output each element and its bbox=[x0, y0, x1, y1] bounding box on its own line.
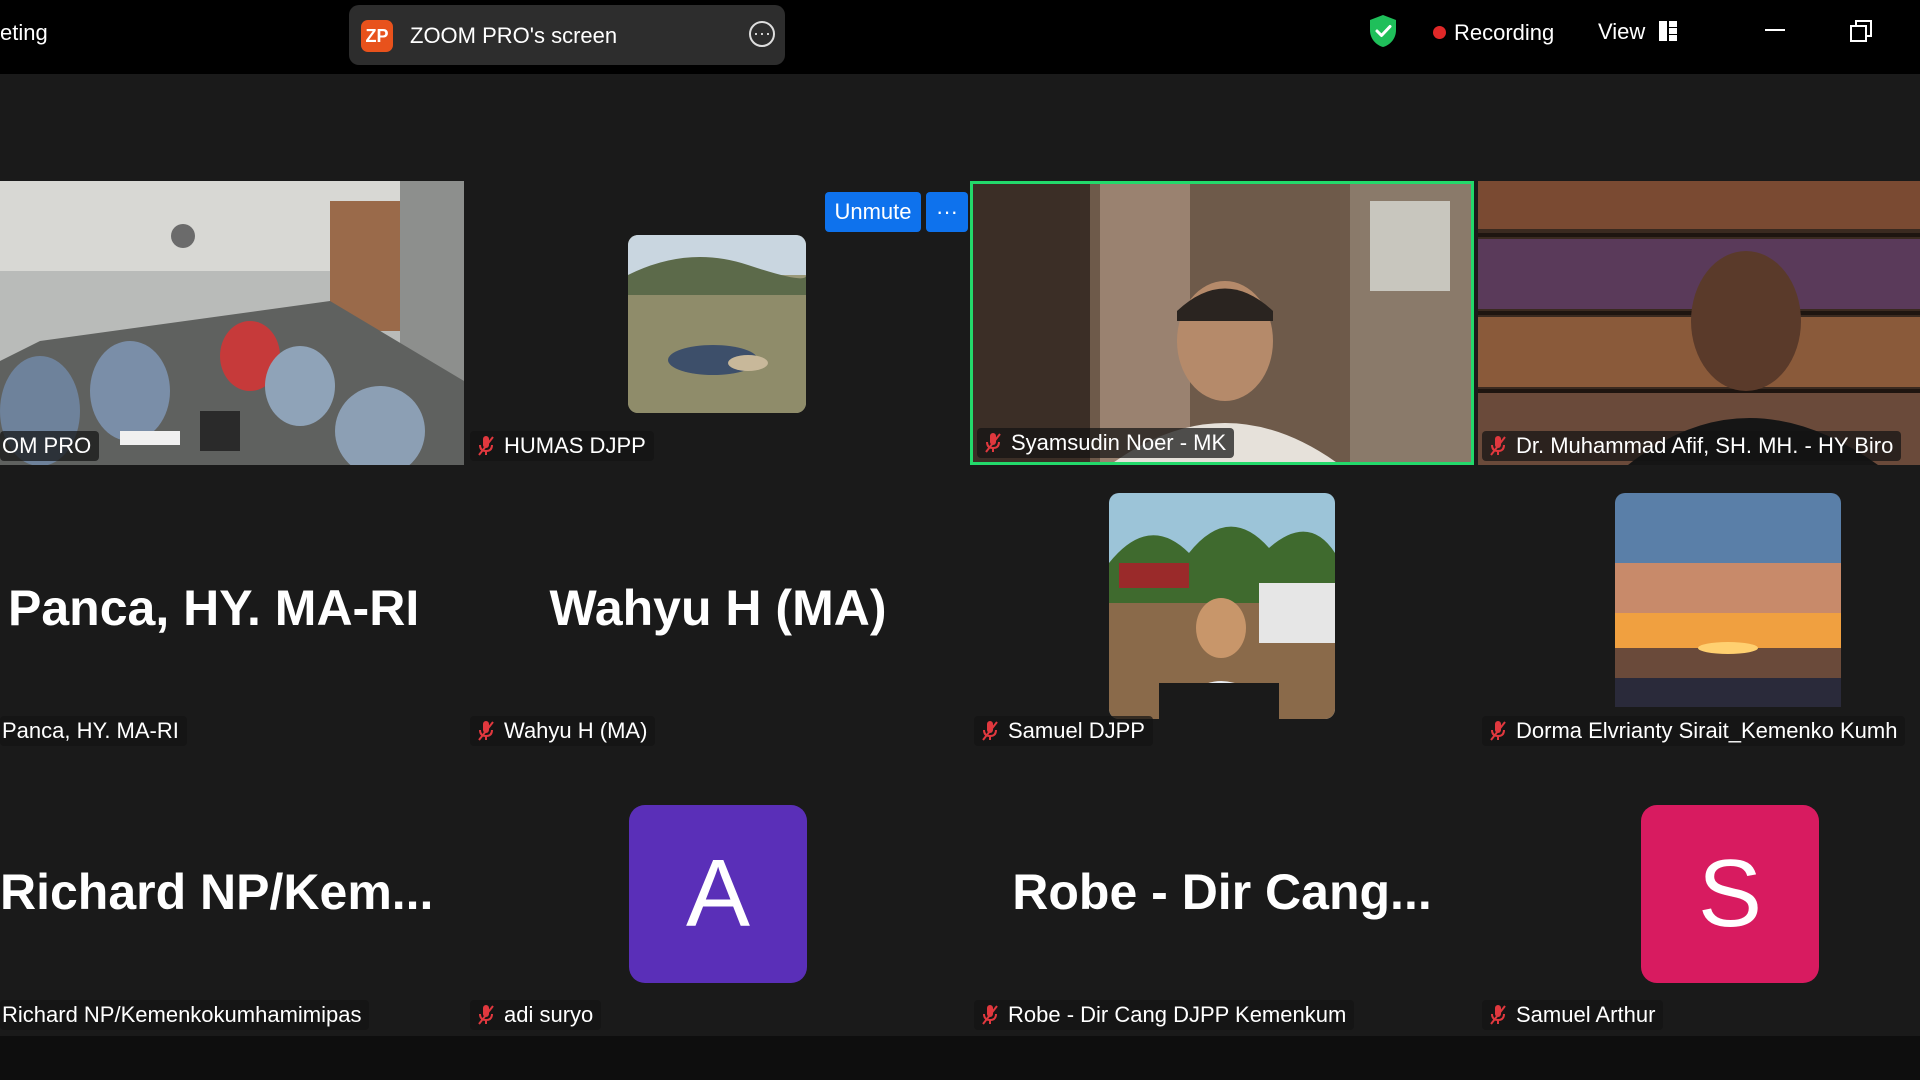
participant-name: Richard NP/Kemenkokumhamimipas bbox=[2, 1002, 362, 1027]
participant-initial-avatar: S bbox=[1641, 805, 1819, 983]
screen-share-indicator[interactable]: ZP ZOOM PRO's screen ⋯ bbox=[349, 5, 785, 65]
participant-name-tag: Panca, HY. MA-RI bbox=[0, 716, 187, 746]
participant-name-tag: Dorma Elvrianty Sirait_Kemenko Kumh bbox=[1482, 716, 1906, 746]
muted-mic-icon bbox=[982, 721, 998, 741]
participant-tile[interactable]: A adi suryo bbox=[466, 750, 970, 1034]
unmute-button[interactable]: Unmute bbox=[825, 192, 921, 232]
participant-name-tag: Dr. Muhammad Afif, SH. MH. - HY Biro bbox=[1482, 431, 1902, 461]
muted-mic-icon bbox=[1490, 436, 1506, 456]
participant-name: Syamsudin Noer - MK bbox=[1011, 430, 1227, 455]
participant-name: Wahyu H (MA) bbox=[504, 718, 648, 743]
participant-name: Samuel Arthur bbox=[1516, 1002, 1656, 1027]
minimize-window-icon[interactable] bbox=[1765, 29, 1785, 31]
participant-tile[interactable]: Dr. Muhammad Afif, SH. MH. - HY Biro bbox=[1478, 181, 1920, 465]
participant-avatar-photo bbox=[1615, 493, 1841, 707]
muted-mic-icon bbox=[1490, 721, 1506, 741]
participant-name: Dorma Elvrianty Sirait_Kemenko Kumh bbox=[1516, 718, 1898, 743]
participant-tile[interactable]: Wahyu H (MA) Wahyu H (MA) bbox=[466, 466, 970, 750]
screen-share-label: ZOOM PRO's screen bbox=[410, 23, 618, 48]
participant-name-tag: HUMAS DJPP bbox=[470, 431, 654, 461]
muted-mic-icon bbox=[478, 436, 494, 456]
bottom-toolbar-area bbox=[0, 1036, 1920, 1080]
muted-mic-icon bbox=[478, 1005, 494, 1025]
participant-avatar-photo bbox=[1109, 493, 1335, 719]
more-options-button[interactable]: ··· bbox=[926, 192, 968, 232]
participant-video bbox=[1478, 181, 1920, 465]
participant-tile[interactable]: Panca, HY. MA-RI Panca, HY. MA-RI bbox=[0, 466, 464, 750]
conference-room-video bbox=[0, 181, 464, 465]
participant-avatar-photo bbox=[628, 235, 806, 413]
gallery-view-icon[interactable] bbox=[1659, 21, 1677, 41]
meeting-top-bar: eting ZP ZOOM PRO's screen ⋯ Recording V… bbox=[0, 0, 1920, 74]
participant-tile-active-speaker[interactable]: Syamsudin Noer - MK bbox=[970, 181, 1474, 465]
participant-name-tag: Wahyu H (MA) bbox=[470, 716, 656, 746]
participant-name-tag: Richard NP/Kemenkokumhamimipas bbox=[0, 1000, 370, 1030]
participant-tile[interactable]: Dorma Elvrianty Sirait_Kemenko Kumh bbox=[1478, 466, 1920, 750]
participant-tile[interactable]: OM PRO bbox=[0, 181, 464, 465]
sharer-avatar: ZP bbox=[361, 20, 393, 52]
participant-name-tag: Samuel Arthur bbox=[1482, 1000, 1664, 1030]
participant-name-tag: Robe - Dir Cang DJPP Kemenkum bbox=[974, 1000, 1355, 1030]
participant-video bbox=[973, 184, 1471, 462]
participant-name: Robe - Dir Cang DJPP Kemenkum bbox=[1008, 1002, 1347, 1027]
muted-mic-icon bbox=[982, 1005, 998, 1025]
participant-display-name: Panca, HY. MA-RI bbox=[8, 580, 420, 636]
participant-initial-avatar: A bbox=[629, 805, 807, 983]
muted-mic-icon bbox=[478, 721, 494, 741]
recording-label[interactable]: Recording bbox=[1454, 20, 1554, 46]
participant-name: Panca, HY. MA-RI bbox=[2, 718, 179, 743]
participant-name: Dr. Muhammad Afif, SH. MH. - HY Biro bbox=[1516, 433, 1894, 458]
participant-name: HUMAS DJPP bbox=[504, 433, 646, 458]
participant-display-name: Richard NP/Kem... bbox=[0, 864, 434, 920]
encryption-shield-icon[interactable] bbox=[1368, 14, 1398, 48]
participant-name: OM PRO bbox=[2, 433, 92, 458]
participant-tile[interactable]: S Samuel Arthur bbox=[1478, 750, 1920, 1034]
view-menu-button[interactable]: View bbox=[1598, 19, 1645, 45]
meeting-title: eting bbox=[0, 20, 48, 45]
participant-tile[interactable]: Samuel DJPP bbox=[970, 466, 1474, 750]
restore-window-icon[interactable] bbox=[1850, 20, 1872, 42]
share-options-icon[interactable]: ⋯ bbox=[749, 21, 775, 47]
participant-name: Samuel DJPP bbox=[1008, 718, 1145, 743]
participant-name-tag: Syamsudin Noer - MK bbox=[977, 428, 1235, 458]
recording-dot-icon bbox=[1433, 26, 1446, 39]
participant-display-name: Wahyu H (MA) bbox=[549, 580, 887, 636]
participant-tile[interactable]: Robe - Dir Cang... Robe - Dir Cang DJPP … bbox=[970, 750, 1474, 1034]
participant-name-tag: Samuel DJPP bbox=[974, 716, 1153, 746]
participant-name-tag: OM PRO bbox=[0, 431, 100, 461]
participant-name-tag: adi suryo bbox=[470, 1000, 602, 1030]
muted-mic-icon bbox=[1490, 1005, 1506, 1025]
participant-display-name: Robe - Dir Cang... bbox=[1012, 864, 1432, 920]
participant-name: adi suryo bbox=[504, 1002, 594, 1027]
participant-tile[interactable]: Richard NP/Kem... Richard NP/Kemenkokumh… bbox=[0, 750, 464, 1034]
muted-mic-icon bbox=[985, 433, 1001, 453]
